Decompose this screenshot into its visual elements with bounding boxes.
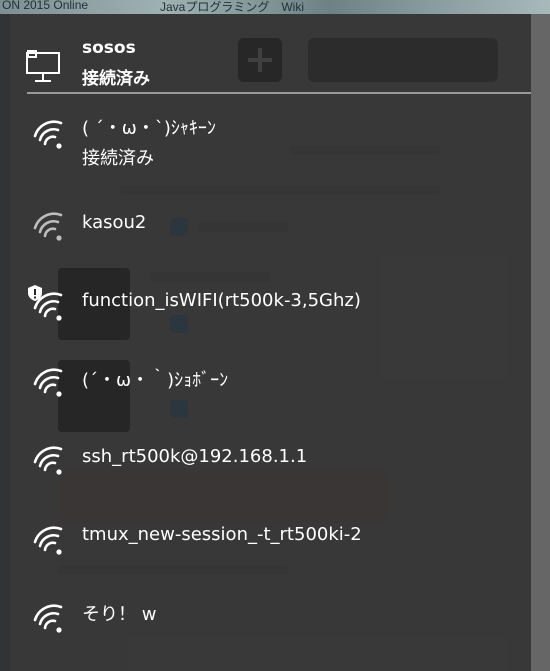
network-item[interactable]: tmux_new-session_-t_rt500ki-2 (0, 504, 531, 574)
network-item[interactable]: ssh_rt500k@192.168.1.1 (0, 426, 531, 496)
network-item[interactable]: (´・ω・｀)ｼｮﾎﾞｰﾝ (0, 348, 531, 418)
wifi-icon (33, 120, 63, 149)
network-ssid: kasou2 (82, 212, 147, 233)
network-ssid: function_isWIFI(rt500k-3,5Ghz) (82, 290, 361, 311)
background-tab-left: ON 2015 Online (2, 0, 89, 12)
wifi-icon (33, 292, 63, 321)
divider (27, 92, 531, 94)
network-ssid: ssh_rt500k@192.168.1.1 (82, 446, 308, 467)
background-tab-right: Javaプログラミング Wiki (160, 0, 305, 14)
wifi-icon (33, 446, 63, 475)
wifi-icon (33, 604, 63, 633)
connected-network-name: sosos (82, 38, 136, 58)
network-item[interactable]: そり！ w (0, 582, 531, 652)
wired-network-icon (26, 50, 60, 82)
network-ssid: ( ´・ω・`)ｼｬｷｰﾝ (82, 118, 216, 139)
network-status: 接続済み (82, 148, 154, 169)
network-ssid: (´・ω・｀)ｼｮﾎﾞｰﾝ (82, 370, 229, 391)
network-item[interactable]: ( ´・ω・`)ｼｬｷｰﾝ 接続済み (0, 100, 531, 170)
network-item[interactable]: kasou2 (0, 192, 531, 262)
connected-network[interactable]: sosos 接続済み (0, 14, 531, 94)
desktop: ON 2015 Online Javaプログラミング Wiki sosos 接続… (0, 0, 550, 671)
wifi-icon (33, 368, 63, 397)
network-ssid: そり！ w (82, 604, 157, 625)
wifi-weak-icon (33, 212, 63, 241)
wifi-icon (33, 526, 63, 555)
network-ssid: tmux_new-session_-t_rt500ki-2 (82, 524, 362, 545)
background-tab-strip: ON 2015 Online Javaプログラミング Wiki (0, 0, 550, 14)
connected-network-status: 接続済み (82, 69, 150, 89)
network-item[interactable]: function_isWIFI(rt500k-3,5Ghz) (0, 270, 531, 340)
flyout-scroll-edge (531, 14, 550, 671)
